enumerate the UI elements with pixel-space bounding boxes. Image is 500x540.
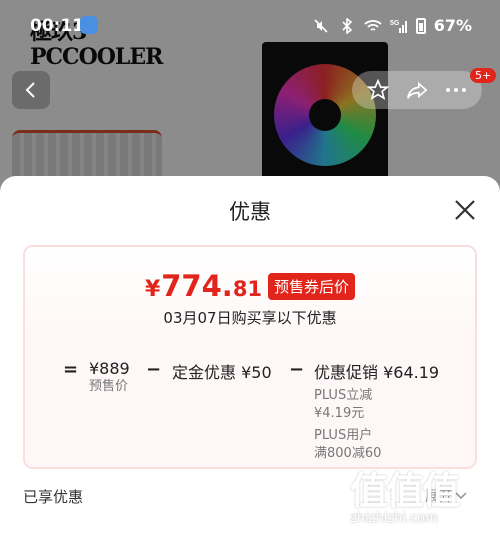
deposit-discount-block: 定金优惠 ¥50 bbox=[172, 359, 272, 383]
share-icon bbox=[407, 81, 428, 99]
presale-price-label: 预售价 bbox=[89, 379, 129, 394]
share-button[interactable] bbox=[403, 76, 431, 104]
back-button[interactable] bbox=[12, 71, 50, 109]
discount-sheet: 优惠 ¥ 774. 81 预售券后价 03月07日购买享以下优惠 = ¥889 … bbox=[0, 176, 500, 540]
price-breakdown-card: ¥ 774. 81 预售券后价 03月07日购买享以下优惠 = ¥889 预售价… bbox=[23, 245, 477, 469]
final-price-row: ¥ 774. 81 预售券后价 bbox=[25, 269, 475, 303]
mute-icon bbox=[312, 18, 330, 34]
price-integer: 774. bbox=[161, 269, 233, 303]
expand-button[interactable]: 展开 bbox=[425, 486, 467, 506]
more-dots-icon bbox=[446, 88, 467, 92]
favorite-button[interactable] bbox=[364, 76, 392, 104]
plus-discount-label: PLUS立减 bbox=[314, 388, 373, 403]
plus-discount-value: ¥4.19元 bbox=[314, 406, 365, 421]
promo-discount-block: 优惠促销 ¥64.19 PLUS立减 ¥4.19元 PLUS用户 满800减60 bbox=[314, 359, 439, 463]
final-price: ¥ 774. 81 bbox=[145, 269, 262, 303]
wifi-icon bbox=[364, 18, 382, 34]
status-icons: 5G 67% bbox=[312, 16, 472, 35]
presale-price-block: ¥889 预售价 bbox=[89, 359, 130, 396]
battery-percent: 67% bbox=[433, 16, 472, 35]
presale-price-value: ¥889 bbox=[89, 359, 130, 378]
final-price-section: ¥ 774. 81 预售券后价 03月07日购买享以下优惠 bbox=[25, 247, 475, 347]
close-button[interactable] bbox=[450, 195, 480, 225]
chevron-left-icon bbox=[25, 82, 35, 98]
message-badge: 5+ bbox=[470, 68, 497, 83]
applied-discounts-label: 已享优惠 bbox=[23, 488, 84, 506]
chevron-down-icon bbox=[455, 492, 467, 500]
status-time: 00:11 bbox=[30, 16, 85, 36]
more-button[interactable] bbox=[442, 76, 470, 104]
price-currency: ¥ bbox=[144, 277, 161, 302]
top-action-pill bbox=[352, 71, 482, 109]
price-tag-badge: 预售券后价 bbox=[268, 272, 356, 300]
price-decimal: 81 bbox=[232, 277, 263, 301]
equals-sign: = bbox=[63, 359, 79, 380]
purchase-date-note: 03月07日购买享以下优惠 bbox=[163, 309, 337, 327]
deposit-discount-value: ¥50 bbox=[241, 363, 272, 382]
plus-user-label: PLUS用户 bbox=[314, 428, 373, 443]
promo-discount-label: 优惠促销 bbox=[314, 363, 379, 382]
deposit-discount-label: 定金优惠 bbox=[172, 363, 237, 382]
svg-text:5G: 5G bbox=[390, 20, 400, 27]
sheet-title: 优惠 bbox=[229, 200, 271, 224]
price-calculation: = ¥889 预售价 − 定金优惠 ¥50 − 优惠促销 ¥64.19 PLUS… bbox=[25, 347, 475, 467]
plus-user-value: 满800减60 bbox=[314, 446, 382, 461]
cellular-signal-icon: 5G bbox=[390, 18, 408, 34]
status-bar: 00:11 5G 67% bbox=[0, 0, 500, 44]
star-icon bbox=[366, 79, 389, 101]
promo-discount-value: ¥64.19 bbox=[383, 363, 440, 382]
minus-sign-2: − bbox=[289, 359, 305, 380]
app-notification-icon bbox=[80, 16, 98, 34]
expand-label: 展开 bbox=[425, 489, 453, 505]
minus-sign-1: − bbox=[146, 359, 162, 380]
bluetooth-icon bbox=[338, 17, 356, 34]
close-icon bbox=[455, 200, 475, 220]
battery-icon bbox=[415, 17, 426, 34]
